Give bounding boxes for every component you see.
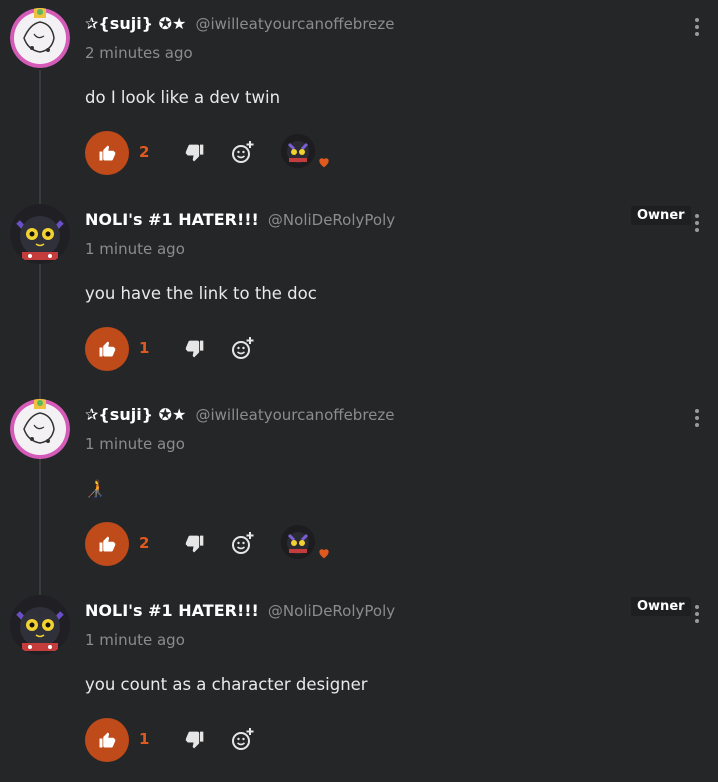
more-options-button[interactable] — [689, 603, 705, 627]
comment-actions: 2 — [85, 522, 385, 566]
comment-actions: 1 — [85, 718, 385, 762]
like-button[interactable] — [85, 522, 129, 566]
comment-text: you count as a character designer — [85, 675, 368, 694]
user-handle[interactable]: @iwilleatyourcanoffebreze — [195, 406, 394, 424]
thumbs-down-icon[interactable] — [185, 143, 205, 163]
comment-header: NOLI's #1 HATER!!! @NoliDeRolyPoly — [85, 210, 395, 229]
comment-header: ✰{suji} ✪★ @iwilleatyourcanoffebreze — [85, 14, 395, 33]
comment-text: 🧑‍🦯 — [85, 479, 106, 498]
comment-header: NOLI's #1 HATER!!! @NoliDeRolyPoly — [85, 601, 395, 620]
user-handle[interactable]: @NoliDeRolyPoly — [268, 602, 395, 620]
reaction-avatar[interactable] — [281, 525, 315, 559]
username[interactable]: ✰{suji} ✪★ — [85, 405, 186, 424]
more-options-button[interactable] — [689, 407, 705, 431]
comment-actions: 2 — [85, 131, 385, 175]
more-options-button[interactable] — [689, 212, 705, 236]
owner-badge: Owner — [631, 597, 691, 616]
comment: NOLI's #1 HATER!!! @NoliDeRolyPoly Owner… — [0, 196, 718, 391]
thumbs-down-icon[interactable] — [185, 730, 205, 750]
owner-badge: Owner — [631, 206, 691, 225]
avatar[interactable] — [10, 8, 70, 68]
add-emoji-icon[interactable] — [231, 531, 255, 555]
comment: NOLI's #1 HATER!!! @NoliDeRolyPoly Owner… — [0, 587, 718, 782]
thumbs-up-icon — [99, 341, 116, 357]
like-count: 1 — [139, 730, 150, 748]
avatar[interactable] — [10, 204, 70, 264]
comment-text: do I look like a dev twin — [85, 88, 281, 107]
like-count: 1 — [139, 339, 150, 357]
comment-actions: 1 — [85, 327, 385, 371]
thumbs-up-icon — [99, 145, 116, 161]
like-button[interactable] — [85, 718, 129, 762]
user-handle[interactable]: @NoliDeRolyPoly — [268, 211, 395, 229]
timestamp[interactable]: 1 minute ago — [85, 631, 185, 649]
comment: ✰{suji} ✪★ @iwilleatyourcanoffebreze 1 m… — [0, 391, 718, 586]
username[interactable]: NOLI's #1 HATER!!! — [85, 601, 259, 620]
thumbs-down-icon[interactable] — [185, 339, 205, 359]
timestamp[interactable]: 1 minute ago — [85, 435, 185, 453]
thumbs-down-icon[interactable] — [185, 534, 205, 554]
add-emoji-icon[interactable] — [231, 140, 255, 164]
heart-icon — [319, 158, 329, 168]
user-handle[interactable]: @iwilleatyourcanoffebreze — [195, 15, 394, 33]
more-options-button[interactable] — [689, 16, 705, 40]
comment-text: you have the link to the doc — [85, 284, 317, 303]
thumbs-up-icon — [99, 536, 116, 552]
like-count: 2 — [139, 143, 150, 161]
like-button[interactable] — [85, 327, 129, 371]
avatar[interactable] — [10, 595, 70, 655]
username[interactable]: NOLI's #1 HATER!!! — [85, 210, 259, 229]
heart-icon — [319, 549, 329, 559]
avatar[interactable] — [10, 399, 70, 459]
comment: ✰{suji} ✪★ @iwilleatyourcanoffebreze 2 m… — [0, 0, 718, 195]
username[interactable]: ✰{suji} ✪★ — [85, 14, 186, 33]
thumbs-up-icon — [99, 732, 116, 748]
comment-header: ✰{suji} ✪★ @iwilleatyourcanoffebreze — [85, 405, 395, 424]
add-emoji-icon[interactable] — [231, 727, 255, 751]
add-emoji-icon[interactable] — [231, 336, 255, 360]
timestamp[interactable]: 1 minute ago — [85, 240, 185, 258]
like-button[interactable] — [85, 131, 129, 175]
like-count: 2 — [139, 534, 150, 552]
reaction-avatar[interactable] — [281, 134, 315, 168]
timestamp[interactable]: 2 minutes ago — [85, 44, 193, 62]
